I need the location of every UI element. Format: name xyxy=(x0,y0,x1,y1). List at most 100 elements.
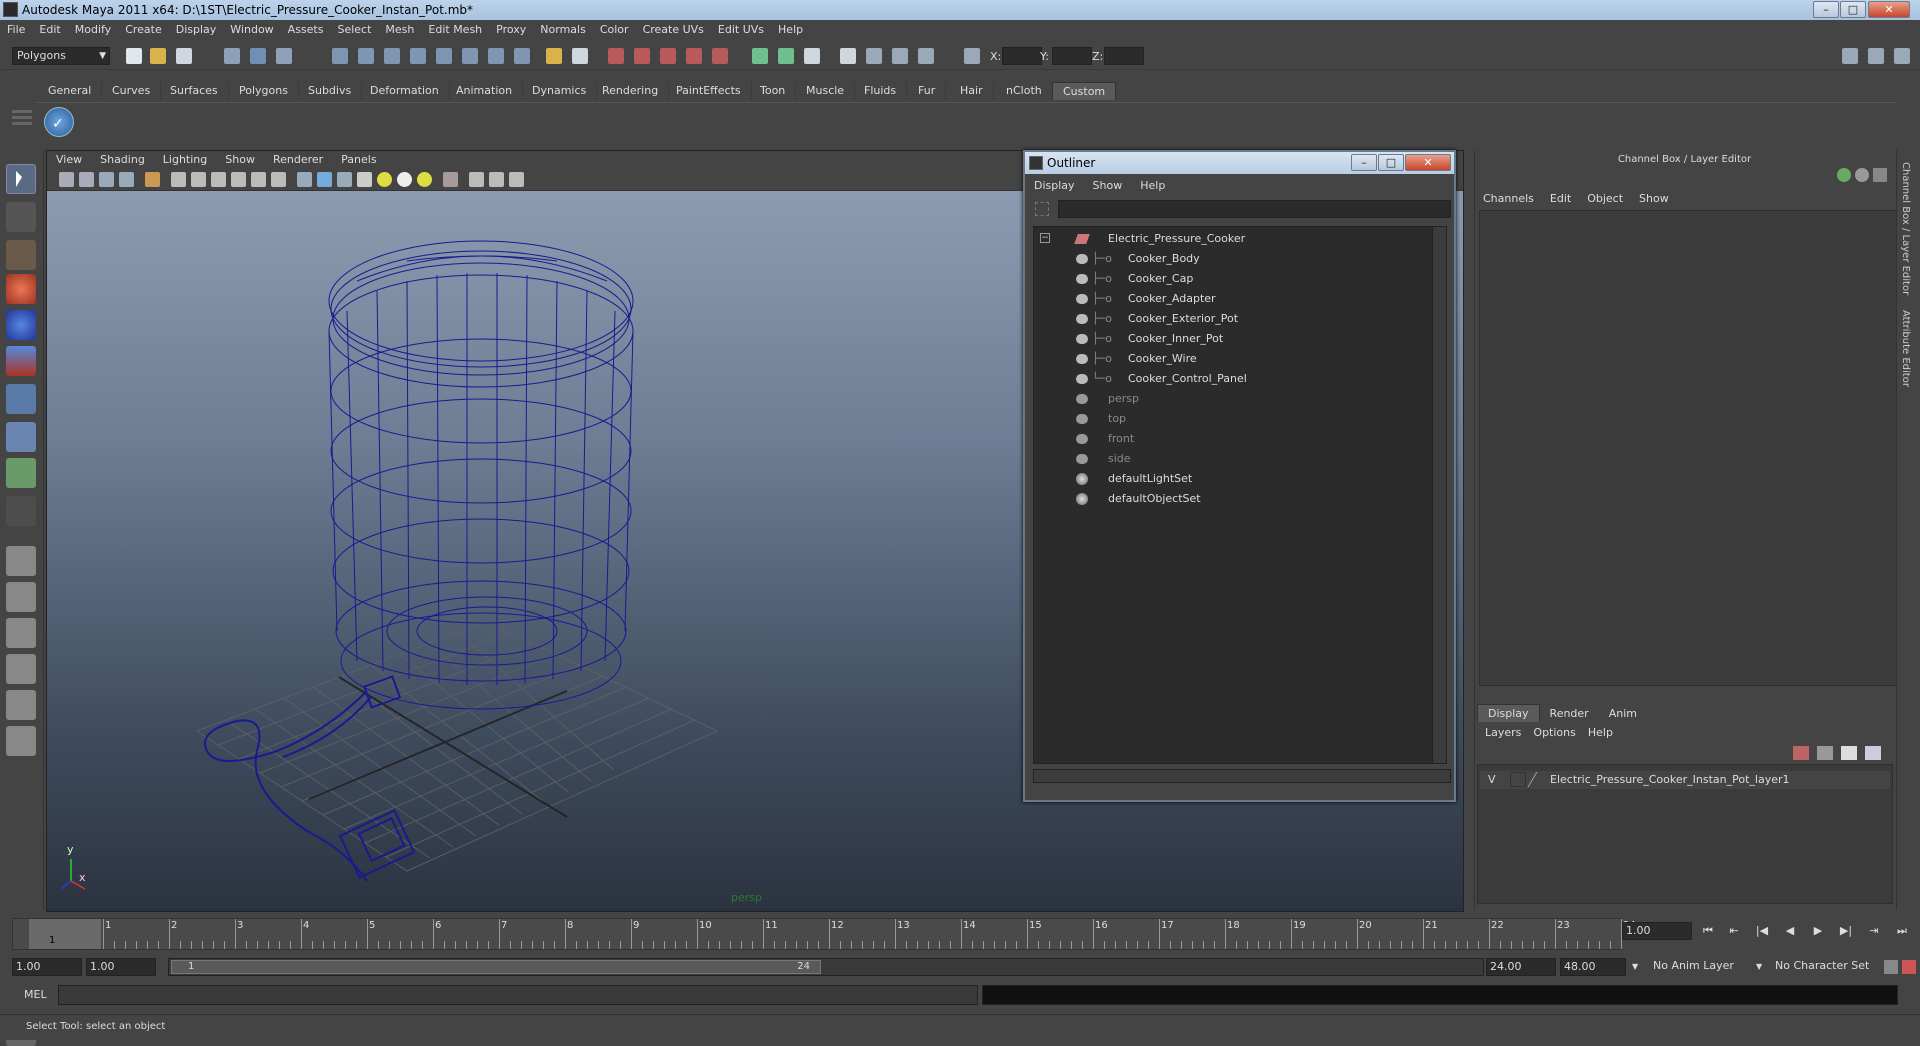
outliner-item-camera[interactable]: front xyxy=(1034,429,1430,449)
last-tool-icon[interactable] xyxy=(6,496,36,526)
chevron-down-icon[interactable]: ▼ xyxy=(1632,962,1638,971)
side-tab-channel-box[interactable]: Channel Box / Layer Editor xyxy=(1900,162,1911,295)
image-plane-icon[interactable] xyxy=(119,172,134,187)
channel-box-toggle-icon[interactable] xyxy=(1855,168,1869,182)
soft-modification-icon[interactable] xyxy=(6,422,36,452)
channel-box-mode-icon[interactable] xyxy=(1837,168,1851,182)
mel-command-input[interactable] xyxy=(58,985,978,1005)
outliner-item-mesh[interactable]: ├─o Cooker_Cap xyxy=(1034,269,1430,289)
viewport-menu-show[interactable]: Show xyxy=(216,151,264,169)
go-to-start-icon[interactable]: ⏮ xyxy=(1698,924,1718,942)
layout-four-pane-icon[interactable] xyxy=(6,582,36,612)
channel-box-toggle-icon[interactable] xyxy=(866,48,882,64)
menu-color[interactable]: Color xyxy=(593,20,636,40)
playback-start-field[interactable]: 1.00 xyxy=(86,958,156,976)
shelf-tab-fur[interactable]: Fur xyxy=(908,82,947,100)
x-field[interactable] xyxy=(1002,47,1042,65)
hypershade-icon[interactable] xyxy=(686,48,702,64)
step-back-frame-icon[interactable]: |◀ xyxy=(1752,924,1772,942)
xray-joints-icon[interactable] xyxy=(489,172,504,187)
animation-preferences-icon[interactable] xyxy=(1902,960,1916,974)
layout-single-pane-icon[interactable] xyxy=(6,546,36,576)
outliner-maximize-button[interactable]: □ xyxy=(1378,154,1404,171)
animation-end-field[interactable]: 48.00 xyxy=(1560,958,1626,976)
viewport-menu-panels[interactable]: Panels xyxy=(332,151,385,169)
layout-four-icon[interactable] xyxy=(1868,48,1884,64)
layout-persp-outliner-icon[interactable] xyxy=(1894,48,1910,64)
wireframe-on-shaded-icon[interactable] xyxy=(337,172,352,187)
scale-tool-icon[interactable] xyxy=(6,346,36,376)
attribute-editor-toggle-icon[interactable] xyxy=(804,48,820,64)
outliner-item-mesh[interactable]: ├─o Cooker_Adapter xyxy=(1034,289,1430,309)
move-layer-down-icon[interactable] xyxy=(1817,746,1833,760)
current-time-field[interactable]: 1.00 xyxy=(1622,922,1692,940)
layout-single-icon[interactable] xyxy=(1842,48,1858,64)
outliner-item-group[interactable]: Electric_Pressure_Cooker xyxy=(1034,229,1430,249)
shelf-tab-painteffects[interactable]: PaintEffects xyxy=(666,82,752,100)
tool-settings-icon[interactable] xyxy=(840,48,856,64)
shelf-tab-subdivs[interactable]: Subdivs xyxy=(298,82,363,100)
shelf-tab-fluids[interactable]: Fluids xyxy=(854,82,908,100)
shelf-tab-toon[interactable]: Toon xyxy=(750,82,797,100)
outliner-filter-icon[interactable] xyxy=(1035,202,1049,216)
camera-select-icon[interactable] xyxy=(59,172,74,187)
play-backwards-icon[interactable]: ◀ xyxy=(1780,924,1800,942)
shelf-tab-ncloth[interactable]: nCloth xyxy=(996,82,1053,100)
outliner-item-mesh[interactable]: ├─o Cooker_Exterior_Pot xyxy=(1034,309,1430,329)
character-set-dropdown[interactable]: No Character Set xyxy=(1772,958,1882,976)
outliner-close-button[interactable]: ✕ xyxy=(1405,154,1451,171)
gate-mask-icon[interactable] xyxy=(211,172,226,187)
camera-attributes-icon[interactable] xyxy=(79,172,94,187)
shelf-tab-dynamics[interactable]: Dynamics xyxy=(522,82,598,100)
step-forward-key-icon[interactable]: ⇥ xyxy=(1864,924,1884,942)
anim-layer-dropdown[interactable]: No Anim Layer xyxy=(1650,958,1758,976)
menu-file[interactable]: File xyxy=(0,20,32,40)
close-button[interactable]: ✕ xyxy=(1868,1,1910,18)
universal-manipulator-icon[interactable] xyxy=(6,384,36,414)
menu-set-dropdown[interactable]: Polygons ▼ xyxy=(12,47,110,65)
bookmark-icon[interactable] xyxy=(99,172,114,187)
select-tool-icon[interactable] xyxy=(6,164,36,194)
outliner-horizontal-scrollbar[interactable] xyxy=(1033,769,1451,783)
shelf-tab-rendering[interactable]: Rendering xyxy=(592,82,670,100)
xray-icon[interactable] xyxy=(469,172,484,187)
input-ops-icon[interactable] xyxy=(488,48,504,64)
menu-edit[interactable]: Edit xyxy=(32,20,67,40)
lasso-tool-icon[interactable] xyxy=(6,202,36,232)
viewport-menu-renderer[interactable]: Renderer xyxy=(264,151,332,169)
ipr-render-icon[interactable] xyxy=(634,48,650,64)
channel-box-menu-object[interactable]: Object xyxy=(1579,190,1631,208)
menu-create-uvs[interactable]: Create UVs xyxy=(636,20,711,40)
menu-create[interactable]: Create xyxy=(118,20,169,40)
snap-view-plane-icon[interactable] xyxy=(410,48,426,64)
render-view-icon[interactable] xyxy=(712,48,728,64)
outliner-search-input[interactable] xyxy=(1058,200,1451,218)
select-by-object-icon[interactable] xyxy=(250,48,266,64)
outliner-item-mesh[interactable]: ├─o Cooker_Inner_Pot xyxy=(1034,329,1430,349)
shelf-tab-deformation[interactable]: Deformation xyxy=(360,82,450,100)
show-hide-panels-icon[interactable] xyxy=(778,48,794,64)
isolate-select-icon[interactable] xyxy=(443,172,458,187)
outliner-menu-show[interactable]: Show xyxy=(1084,176,1132,196)
channel-box-menu-show[interactable]: Show xyxy=(1631,190,1677,208)
shadows-icon[interactable] xyxy=(417,172,432,187)
outliner-title-bar[interactable]: Outliner – □ ✕ xyxy=(1025,152,1454,174)
animation-start-field[interactable]: 1.00 xyxy=(12,958,82,976)
layer-type-toggle[interactable] xyxy=(1510,772,1526,787)
menu-assets[interactable]: Assets xyxy=(281,20,331,40)
outliner-item-camera[interactable]: top xyxy=(1034,409,1430,429)
show-manipulator-icon[interactable] xyxy=(6,458,36,488)
help-question-icon[interactable] xyxy=(514,48,530,64)
chevron-down-icon[interactable]: ▼ xyxy=(1756,962,1762,971)
z-field[interactable] xyxy=(1104,47,1144,65)
menu-modify[interactable]: Modify xyxy=(68,20,118,40)
transform-toggle-icon[interactable] xyxy=(918,48,934,64)
range-slider-thumb[interactable]: 1 24 xyxy=(171,960,821,974)
layer-tab-render[interactable]: Render xyxy=(1540,705,1599,723)
grid-toggle-icon[interactable] xyxy=(145,172,160,187)
minimize-button[interactable]: – xyxy=(1813,1,1839,18)
snap-curve-icon[interactable] xyxy=(358,48,374,64)
rotate-tool-icon[interactable] xyxy=(6,310,36,340)
layer-tab-anim[interactable]: Anim xyxy=(1599,705,1647,723)
backface-culling-icon[interactable] xyxy=(509,172,524,187)
